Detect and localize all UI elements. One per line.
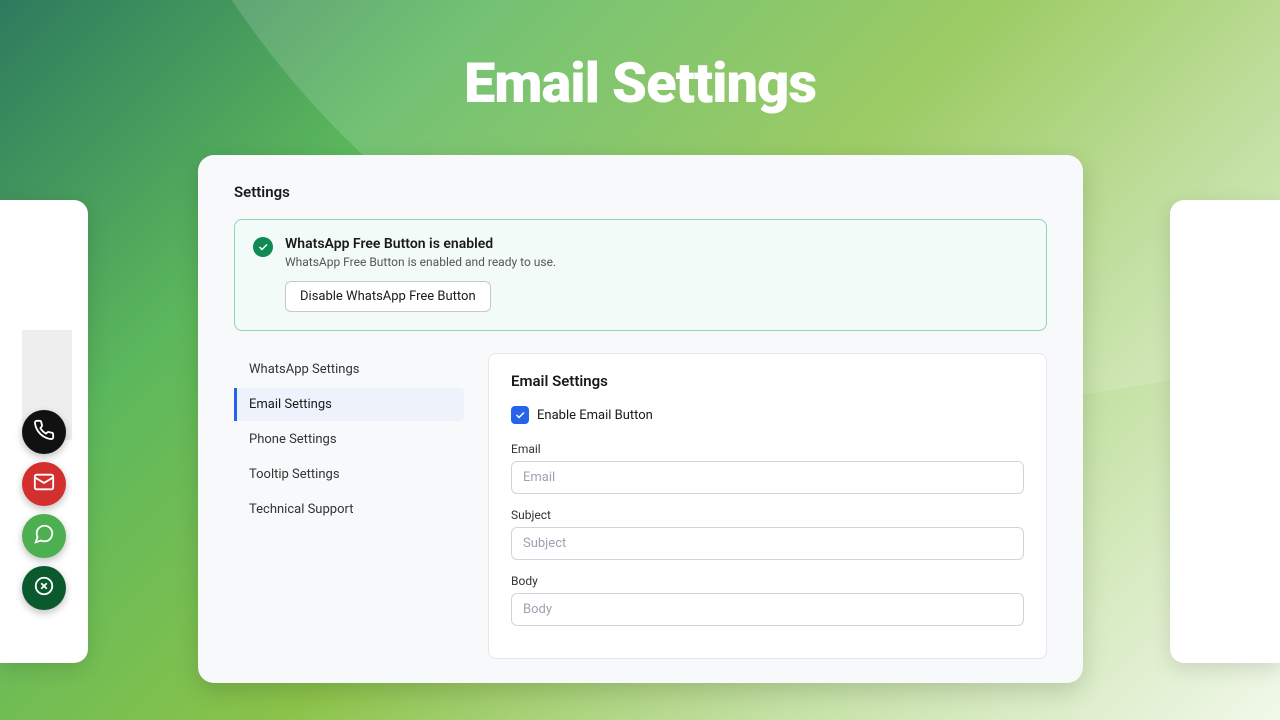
- email-label: Email: [511, 442, 1024, 456]
- form-title: Email Settings: [511, 372, 1024, 390]
- sidebar-item-email-settings[interactable]: Email Settings: [234, 388, 464, 421]
- email-icon: [33, 471, 55, 497]
- sidebar-item-tooltip-settings[interactable]: Tooltip Settings: [234, 458, 464, 491]
- enable-email-checkbox[interactable]: [511, 406, 529, 424]
- subject-label: Subject: [511, 508, 1024, 522]
- carousel-right-card: [1170, 200, 1280, 663]
- page-title: Email Settings: [0, 50, 1280, 116]
- body-input[interactable]: [511, 593, 1024, 626]
- banner-title: WhatsApp Free Button is enabled: [285, 236, 1028, 252]
- status-banner: WhatsApp Free Button is enabled WhatsApp…: [234, 219, 1047, 331]
- phone-icon: [33, 419, 55, 445]
- disable-whatsapp-button[interactable]: Disable WhatsApp Free Button: [285, 281, 491, 312]
- sidebar-item-whatsapp-settings[interactable]: WhatsApp Settings: [234, 353, 464, 386]
- sidebar-item-phone-settings[interactable]: Phone Settings: [234, 423, 464, 456]
- floating-button-stack: [22, 410, 66, 610]
- check-circle-icon: [253, 237, 273, 257]
- banner-subtitle: WhatsApp Free Button is enabled and read…: [285, 255, 1028, 269]
- subject-input[interactable]: [511, 527, 1024, 560]
- settings-sidebar: WhatsApp Settings Email Settings Phone S…: [234, 353, 464, 659]
- fab-phone[interactable]: [22, 410, 66, 454]
- fab-close[interactable]: [22, 566, 66, 610]
- sidebar-item-technical-support[interactable]: Technical Support: [234, 493, 464, 526]
- settings-card: Settings WhatsApp Free Button is enabled…: [198, 155, 1083, 683]
- body-label: Body: [511, 574, 1024, 588]
- settings-heading: Settings: [234, 183, 1047, 201]
- email-settings-panel: Email Settings Enable Email Button Email…: [488, 353, 1047, 659]
- whatsapp-icon: [33, 523, 55, 549]
- email-input[interactable]: [511, 461, 1024, 494]
- enable-email-label: Enable Email Button: [537, 408, 653, 423]
- close-icon: [33, 575, 55, 601]
- fab-email[interactable]: [22, 462, 66, 506]
- fab-whatsapp[interactable]: [22, 514, 66, 558]
